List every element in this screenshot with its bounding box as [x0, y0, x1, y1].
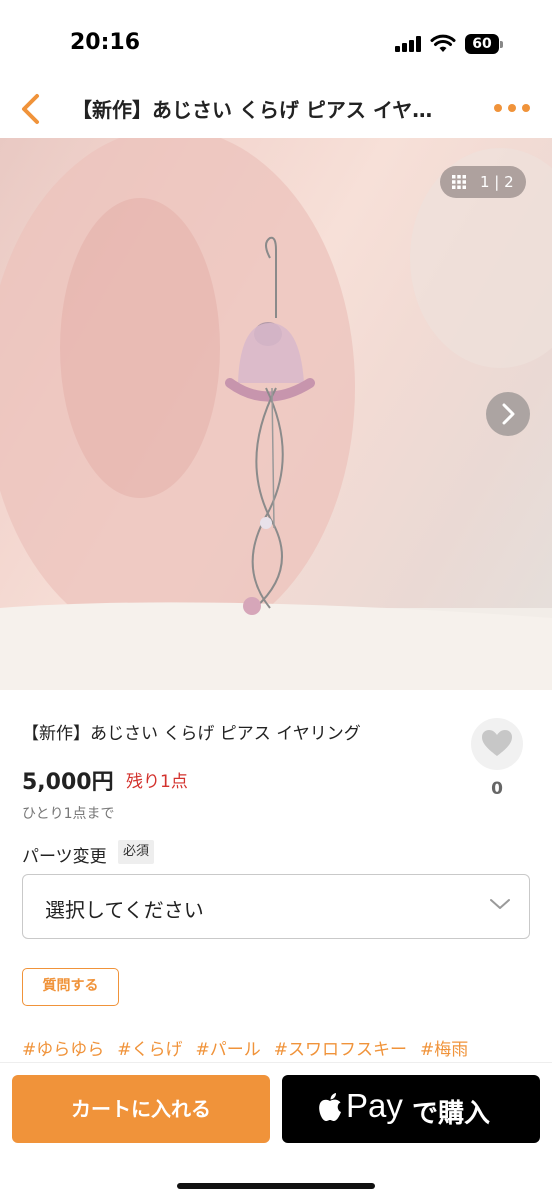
- status-time: 20:16: [70, 30, 141, 55]
- chevron-right-icon: [502, 403, 515, 425]
- product-name: 【新作】あじさい くらげ ピアス イヤリング: [22, 724, 361, 744]
- parts-select[interactable]: 選択してください: [22, 874, 530, 939]
- image-pager[interactable]: 1 | 2: [440, 166, 526, 198]
- add-to-cart-button[interactable]: カートに入れる: [12, 1075, 270, 1143]
- tag-list: #ゆらゆら #くらげ #パール #スワロフスキー #梅雨: [22, 1035, 481, 1060]
- more-icon[interactable]: [494, 104, 530, 114]
- purchase-limit: ひとり1点まで: [22, 806, 115, 822]
- like-count: 0: [491, 779, 503, 799]
- home-indicator: [177, 1183, 375, 1189]
- tag-link[interactable]: #くらげ: [117, 1040, 182, 1060]
- tag-link[interactable]: #梅雨: [420, 1040, 468, 1060]
- bottom-action-bar: カートに入れる Pay で購入: [0, 1062, 552, 1200]
- tag-link[interactable]: #ゆらゆら: [22, 1040, 104, 1060]
- wifi-icon: [430, 34, 456, 52]
- tag-link[interactable]: #パール: [196, 1040, 261, 1060]
- apple-pay-label: Pay: [346, 1087, 403, 1124]
- status-bar: 20:16 60: [0, 0, 552, 88]
- required-badge: 必須: [118, 840, 155, 864]
- apple-pay-button[interactable]: Pay で購入: [282, 1075, 540, 1143]
- tag-link[interactable]: #スワロフスキー: [274, 1040, 407, 1060]
- battery-level: 60: [465, 34, 499, 54]
- battery-icon: 60: [465, 34, 503, 54]
- signal-icon: [395, 36, 423, 52]
- pager-text: 1 | 2: [480, 173, 514, 191]
- apple-icon: [319, 1093, 341, 1121]
- nav-bar: 【新作】あじさい くらげ ピアス イヤ…: [0, 80, 552, 138]
- question-button[interactable]: 質問する: [22, 968, 119, 1006]
- page-title: 【新作】あじさい くらげ ピアス イヤ…: [72, 98, 433, 122]
- back-icon[interactable]: [18, 92, 46, 126]
- price: 5,000円: [22, 770, 114, 795]
- product-photo: [0, 138, 552, 690]
- product-image[interactable]: 1 | 2: [0, 138, 552, 690]
- grid-icon: [452, 175, 466, 189]
- select-value: 選択してください: [45, 898, 204, 922]
- chevron-down-icon: [490, 899, 510, 909]
- buy-label: で購入: [412, 1099, 491, 1129]
- option-label: パーツ変更: [22, 847, 107, 867]
- like-button[interactable]: [471, 718, 523, 770]
- heart-icon: [482, 730, 512, 756]
- stock-status: 残り1点: [126, 772, 188, 792]
- next-image-button[interactable]: [486, 392, 530, 436]
